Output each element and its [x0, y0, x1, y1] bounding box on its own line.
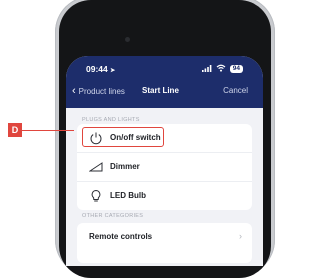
bulb-icon — [89, 189, 103, 203]
section-label-other: OTHER CATEGORIES — [82, 213, 144, 219]
back-label: Product lines — [78, 86, 125, 96]
nav-bar: ‹ Product lines Start Line Cancel — [66, 86, 263, 102]
item-label: Remote controls — [89, 232, 153, 241]
location-icon: ➤ — [110, 68, 116, 74]
chevron-right-icon: › — [239, 231, 242, 241]
signal-icon — [201, 64, 212, 74]
dimmer-icon — [88, 160, 103, 174]
cancel-button[interactable]: Cancel — [223, 86, 248, 95]
app-header: 09:44 ➤ 94 ‹ Product lines Start Line Ca… — [66, 56, 263, 108]
callout-badge: D — [8, 123, 22, 137]
section-label-plugs: PLUGS AND LIGHTS — [82, 117, 140, 123]
power-icon — [89, 131, 103, 145]
battery-indicator: 94 — [229, 65, 243, 73]
time-text: 09:44 — [86, 64, 108, 74]
app-screen: 09:44 ➤ 94 ‹ Product lines Start Line Ca… — [66, 56, 263, 266]
item-label: On/off switch — [110, 133, 161, 142]
list-item-remote-controls[interactable]: Remote controls › — [77, 223, 252, 251]
wifi-icon — [216, 64, 226, 74]
other-card: Remote controls › — [77, 223, 252, 263]
status-icons: 94 — [201, 64, 243, 74]
camera-dot — [125, 37, 130, 42]
callout-leader-line — [22, 129, 74, 131]
item-label: Dimmer — [110, 162, 140, 171]
list-item-dimmer[interactable]: Dimmer — [77, 152, 252, 181]
plugs-card: On/off switch Dimmer LED Bulb — [77, 124, 252, 210]
list-item-led-bulb[interactable]: LED Bulb — [77, 181, 252, 210]
chevron-left-icon: ‹ — [72, 85, 76, 97]
item-label: LED Bulb — [110, 191, 146, 200]
list-item-on-off-switch[interactable]: On/off switch — [77, 124, 252, 152]
status-time: 09:44 ➤ — [86, 64, 115, 74]
back-button[interactable]: ‹ Product lines — [72, 85, 125, 97]
page-title: Start Line — [142, 86, 179, 95]
